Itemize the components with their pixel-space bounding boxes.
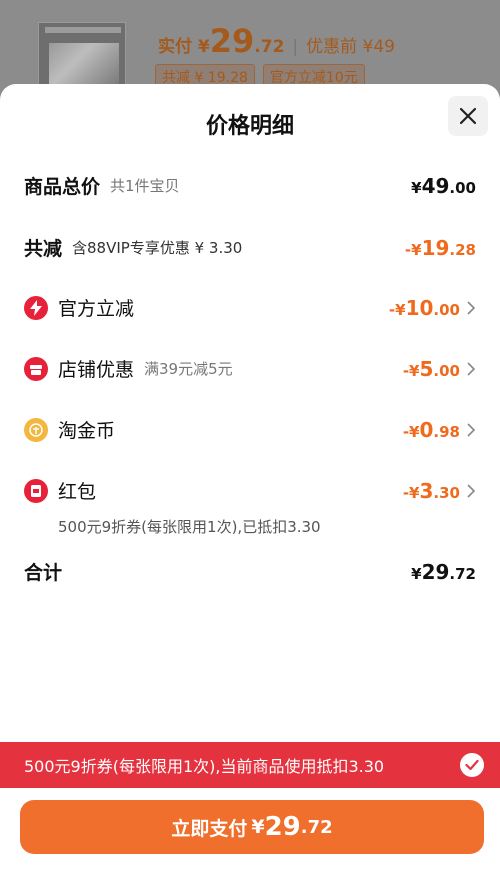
shop-icon xyxy=(24,356,48,381)
coin-icon xyxy=(24,417,48,442)
product-thumbnail xyxy=(38,22,126,92)
check-icon[interactable] xyxy=(460,753,484,777)
close-icon xyxy=(459,107,477,125)
official-discount-amount: -¥ 10.00 xyxy=(388,295,460,320)
red-packet-icon xyxy=(24,478,48,503)
sum-amount: ¥29.72 xyxy=(411,559,476,584)
red-packet-note: 500元9折券(每张限用1次),已抵扣3.30 xyxy=(58,518,321,536)
sheet-title: 价格明细 xyxy=(205,114,294,139)
row-sum: 合计 ¥29.72 xyxy=(24,559,476,585)
shop-discount-amount: -¥ 5.00 xyxy=(402,356,460,381)
chevron-right-icon xyxy=(467,483,476,498)
chevron-right-icon xyxy=(467,422,476,437)
chevron-right-icon xyxy=(467,300,476,315)
taojinbi-amount: -¥ 0.98 xyxy=(402,417,460,442)
row-taojinbi[interactable]: 淘金币 -¥ 0.98 xyxy=(24,416,476,443)
close-button[interactable] xyxy=(448,96,488,136)
background-price: 实付 ¥29.72 | 优惠前 ¥49 xyxy=(158,22,395,60)
row-shop-discount[interactable]: 店铺优惠 满39元减5元 -¥ 5.00 xyxy=(24,355,476,382)
coupon-banner[interactable]: 500元9折券(每张限用1次),当前商品使用抵扣3.30 xyxy=(0,742,500,788)
saved-amount: -¥ 19.28 xyxy=(404,235,476,260)
chevron-right-icon xyxy=(467,361,476,376)
total-amount: ¥49.00 xyxy=(411,173,476,198)
red-packet-amount: -¥ 3.30 xyxy=(402,478,460,503)
row-red-packet[interactable]: 红包 -¥ 3.30 xyxy=(24,477,476,504)
pay-now-button[interactable]: 立即支付 ¥ 29 .72 xyxy=(20,800,484,854)
lightning-icon xyxy=(24,295,48,320)
row-total-saved: 共减 含88VIP专享优惠 ¥ 3.30 -¥ 19.28 xyxy=(24,235,476,261)
row-official-discount[interactable]: 官方立减 -¥ 10.00 xyxy=(24,294,476,321)
row-total-price: 商品总价 共1件宝贝 ¥49.00 xyxy=(24,173,476,199)
coupon-banner-text: 500元9折券(每张限用1次),当前商品使用抵扣3.30 xyxy=(24,757,385,776)
